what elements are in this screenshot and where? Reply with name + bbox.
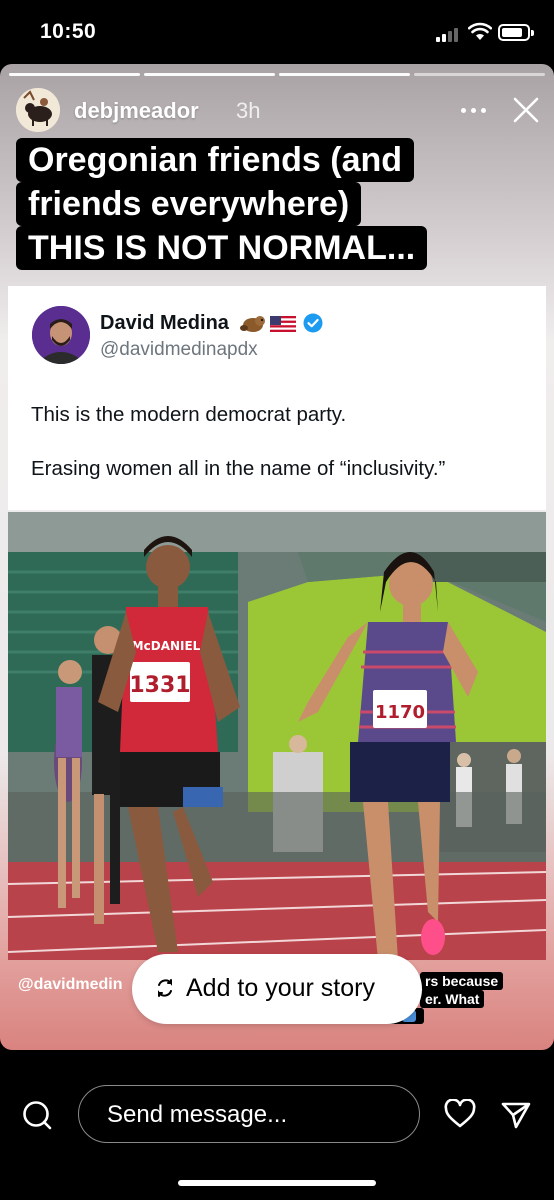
camera-icon[interactable]: [22, 1100, 52, 1130]
tweet-photo: 1331 McDANIEL 1170: [8, 512, 546, 960]
story-header: debjmeador 3h: [16, 88, 540, 132]
send-message-input[interactable]: Send message...: [78, 1085, 420, 1143]
runner-bib: 1170: [375, 702, 425, 723]
overlay-text-snippet: rs because: [420, 972, 504, 990]
progress-segment: [9, 73, 140, 76]
story-author-avatar[interactable]: [16, 88, 60, 132]
caption-line: Oregonian friends (and: [16, 138, 415, 182]
close-icon[interactable]: [512, 96, 540, 124]
runner-jersey-lettering: McDANIEL: [132, 639, 201, 653]
overlay-text-snippet: er. What: [420, 990, 485, 1008]
story-caption: Oregonian friends (and friends everywher…: [16, 138, 476, 270]
shared-tweet: David Medina @davidmedinapdx This is the…: [8, 286, 546, 510]
home-indicator: [178, 1180, 376, 1186]
us-flag-emoji-icon: [270, 316, 296, 332]
heart-icon[interactable]: [444, 1099, 476, 1129]
add-to-story-label: Add to your story: [186, 974, 375, 1002]
send-message-placeholder: Send message...: [107, 1101, 288, 1128]
more-options-icon[interactable]: [461, 108, 487, 114]
runner-bib: 1331: [129, 673, 190, 698]
status-bar: 10:50: [0, 0, 554, 64]
progress-segment: [279, 73, 410, 76]
story-progress-bar: [9, 73, 545, 76]
add-to-story-button[interactable]: Add to your story: [132, 954, 422, 1024]
tweet-paragraph: Erasing women all in the name of “inclus…: [31, 457, 446, 480]
mention-sticker[interactable]: @davidmedin: [18, 976, 123, 994]
cellular-signal-icon: [436, 26, 462, 42]
tweet-author-name: David Medina: [100, 312, 229, 334]
verified-badge-icon: [303, 313, 323, 333]
caption-line: THIS IS NOT NORMAL...: [16, 226, 428, 270]
wifi-icon: [468, 22, 492, 40]
tweet-author-handle: @davidmedinapdx: [100, 339, 258, 360]
tweet-body: This is the modern democrat party. Erasi…: [31, 402, 530, 510]
tweet-author-avatar: [32, 306, 90, 364]
status-time: 10:50: [40, 20, 97, 43]
send-icon[interactable]: [500, 1099, 532, 1131]
story-viewer[interactable]: debjmeador 3h Oregonian friends (and fri…: [0, 64, 554, 1050]
progress-segment: [144, 73, 275, 76]
story-username[interactable]: debjmeador: [74, 98, 199, 124]
reshare-icon: [158, 979, 172, 997]
progress-segment: [414, 73, 545, 76]
battery-icon: [498, 24, 534, 41]
beaver-emoji-icon: [240, 316, 265, 332]
story-time-ago: 3h: [236, 98, 261, 123]
tweet-paragraph: This is the modern democrat party.: [31, 403, 347, 426]
caption-line: friends everywhere): [16, 182, 362, 226]
